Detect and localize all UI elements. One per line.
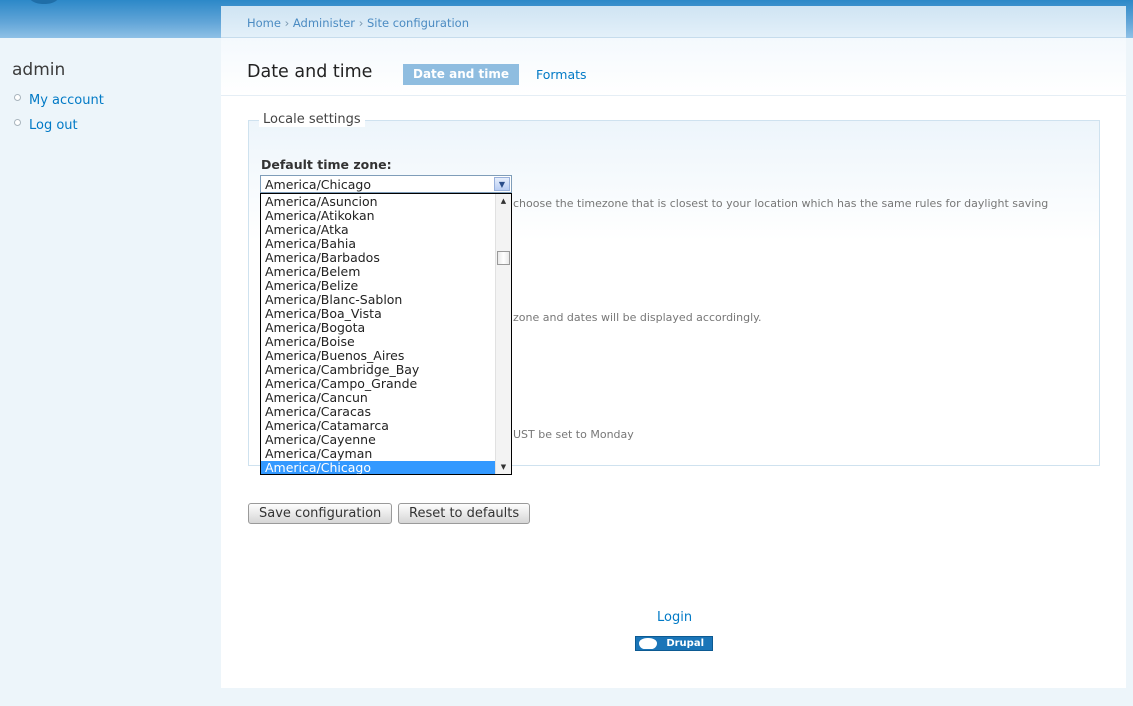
scroll-up-icon[interactable]: ▲ bbox=[496, 194, 511, 208]
tab-date-and-time[interactable]: Date and time bbox=[403, 64, 519, 85]
save-configuration-button[interactable]: Save configuration bbox=[248, 503, 393, 524]
circle-bullet-icon bbox=[14, 119, 21, 126]
timezone-select[interactable]: America/Chicago ▼ bbox=[260, 175, 512, 193]
breadcrumb: Home › Administer › Site configuration bbox=[247, 16, 469, 30]
user-name: admin bbox=[12, 60, 66, 80]
scrollbar-thumb[interactable] bbox=[497, 251, 510, 265]
drupal-badge[interactable]: Drupal bbox=[635, 636, 713, 651]
timezone-option[interactable]: America/Barbados bbox=[261, 251, 496, 265]
timezone-option[interactable]: America/Cayman bbox=[261, 447, 496, 461]
reset-to-defaults-button[interactable]: Reset to defaults bbox=[398, 503, 531, 524]
timezone-option[interactable]: America/Bahia bbox=[261, 237, 496, 251]
timezone-select-value: America/Chicago bbox=[265, 177, 372, 192]
chevron-down-icon[interactable]: ▼ bbox=[494, 177, 510, 191]
timezone-option[interactable]: America/Atka bbox=[261, 223, 496, 237]
my-account-label: My account bbox=[29, 93, 104, 108]
logout-link[interactable]: Log out bbox=[14, 118, 78, 133]
breadcrumb-separator: › bbox=[284, 16, 290, 30]
timezone-option[interactable]: America/Cambridge_Bay bbox=[261, 363, 496, 377]
timezone-option[interactable]: America/Caracas bbox=[261, 405, 496, 419]
first-day-description: UST be set to Monday bbox=[513, 428, 634, 441]
breadcrumb-home[interactable]: Home bbox=[247, 16, 281, 30]
timezone-option[interactable]: America/Cayenne bbox=[261, 433, 496, 447]
login-link[interactable]: Login bbox=[657, 610, 692, 625]
my-account-link[interactable]: My account bbox=[14, 93, 104, 108]
page-title: Date and time bbox=[247, 62, 373, 82]
fieldset-legend: Locale settings bbox=[259, 112, 365, 127]
site-logo[interactable] bbox=[24, 0, 64, 4]
timezone-option[interactable]: America/Chicago bbox=[261, 461, 496, 474]
user-timezone-description: zone and dates will be displayed accordi… bbox=[513, 311, 762, 324]
timezone-option[interactable]: America/Asuncion bbox=[261, 195, 496, 209]
circle-bullet-icon bbox=[14, 94, 21, 101]
timezone-option[interactable]: America/Boise bbox=[261, 335, 496, 349]
timezone-option[interactable]: America/Bogota bbox=[261, 321, 496, 335]
breadcrumb-site-configuration[interactable]: Site configuration bbox=[367, 16, 469, 30]
breadcrumb-bar: Home › Administer › Site configuration bbox=[221, 6, 1126, 38]
timezone-option[interactable]: America/Campo_Grande bbox=[261, 377, 496, 391]
logout-label: Log out bbox=[29, 118, 78, 133]
timezone-option[interactable]: America/Blanc-Sablon bbox=[261, 293, 496, 307]
timezone-option[interactable]: America/Catamarca bbox=[261, 419, 496, 433]
timezone-option[interactable]: America/Boa_Vista bbox=[261, 307, 496, 321]
drupal-drop-icon bbox=[639, 638, 657, 649]
default-timezone-label: Default time zone: bbox=[261, 157, 392, 172]
title-zone: Date and time Date and time Formats bbox=[221, 38, 1126, 96]
timezone-options: America/Asuncion America/Atikokan America/… bbox=[261, 195, 496, 474]
timezone-option[interactable]: America/Buenos_Aires bbox=[261, 349, 496, 363]
timezone-description: choose the timezone that is closest to y… bbox=[513, 197, 1049, 210]
timezone-option[interactable]: America/Belem bbox=[261, 265, 496, 279]
sidebar: admin My account Log out bbox=[0, 38, 220, 706]
breadcrumb-administer[interactable]: Administer bbox=[293, 16, 355, 30]
tab-formats[interactable]: Formats bbox=[536, 67, 587, 82]
timezone-dropdown-list[interactable]: America/Asuncion America/Atikokan America/… bbox=[260, 193, 512, 475]
timezone-option[interactable]: America/Cancun bbox=[261, 391, 496, 405]
timezone-option[interactable]: America/Atikokan bbox=[261, 209, 496, 223]
dropdown-scrollbar[interactable]: ▲ ▼ bbox=[495, 194, 511, 474]
drupal-badge-label: Drupal bbox=[666, 638, 704, 649]
breadcrumb-separator: › bbox=[358, 16, 364, 30]
timezone-option[interactable]: America/Belize bbox=[261, 279, 496, 293]
scroll-down-icon[interactable]: ▼ bbox=[496, 460, 511, 474]
